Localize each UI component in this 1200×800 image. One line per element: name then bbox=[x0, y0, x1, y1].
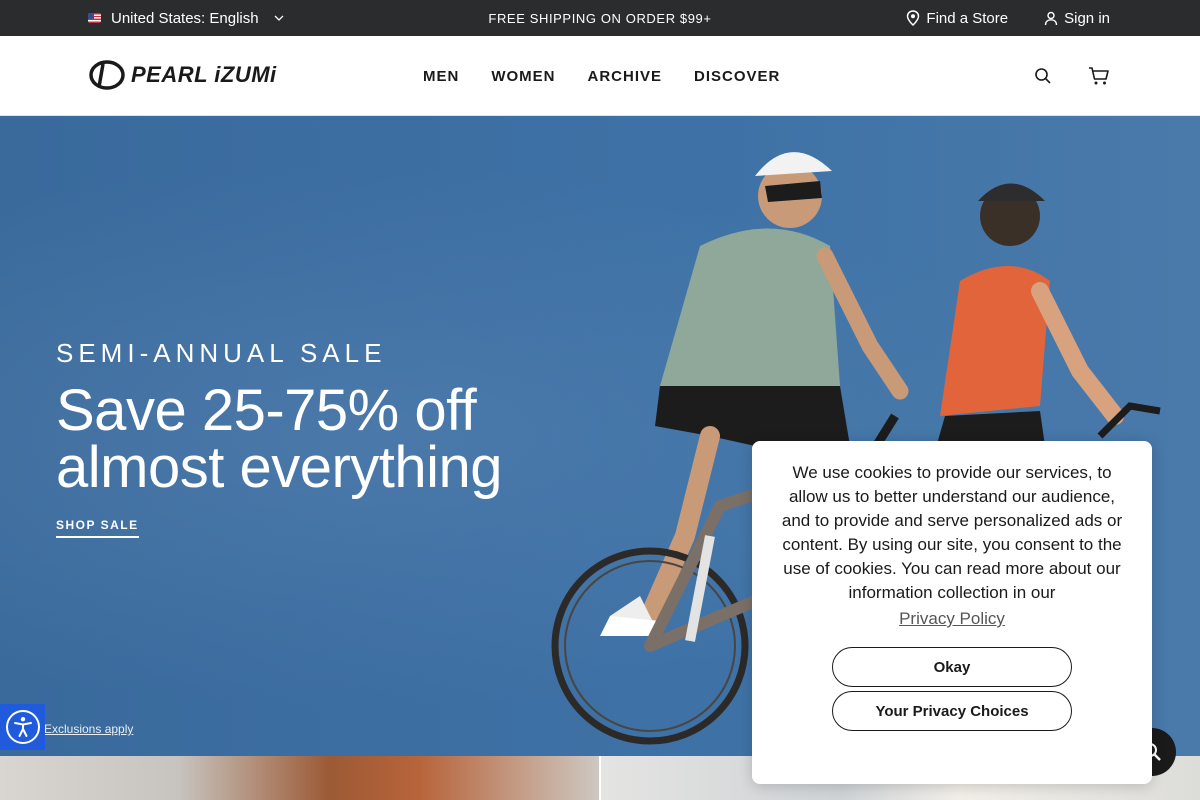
brand-logo[interactable]: PEARL iZUMi bbox=[89, 60, 277, 90]
locale-label: United States: English bbox=[111, 9, 259, 27]
utility-links: Find a Store Sign in bbox=[906, 0, 1110, 36]
shop-sale-link[interactable]: SHOP SALE bbox=[56, 518, 139, 538]
search-button[interactable] bbox=[1034, 67, 1052, 85]
user-icon bbox=[1044, 11, 1058, 25]
find-store-link[interactable]: Find a Store bbox=[906, 10, 1008, 27]
find-store-label: Find a Store bbox=[926, 9, 1009, 27]
brand-wordmark: PEARL iZUMi bbox=[131, 62, 277, 87]
main-nav: MEN WOMEN ARCHIVE DISCOVER bbox=[423, 36, 780, 116]
privacy-choices-button[interactable]: Your Privacy Choices bbox=[832, 691, 1072, 731]
locale-selector[interactable]: United States: English bbox=[88, 0, 285, 36]
nav-discover[interactable]: DISCOVER bbox=[694, 68, 780, 85]
exclusions-link[interactable]: Exclusions apply bbox=[44, 722, 133, 736]
sale-eyebrow: SEMI-ANNUAL SALE bbox=[56, 338, 387, 368]
cart-button[interactable] bbox=[1088, 66, 1110, 86]
nav-women[interactable]: WOMEN bbox=[491, 68, 555, 85]
privacy-policy-link[interactable]: Privacy Policy bbox=[899, 609, 1005, 629]
chevron-down-icon bbox=[274, 15, 284, 21]
utility-bar: United States: English FREE SHIPPING ON … bbox=[0, 0, 1200, 36]
cookie-consent-dialog: We use cookies to provide our services, … bbox=[752, 441, 1152, 784]
site-header: PEARL iZUMi MEN WOMEN ARCHIVE DISCOVER bbox=[0, 36, 1200, 116]
hero-headline-line-2: almost everything bbox=[56, 435, 503, 500]
accessibility-ring bbox=[5, 710, 40, 744]
hero-headline: Save 25-75% off almost everything bbox=[56, 378, 616, 500]
pearl-izumi-logo-mark-icon bbox=[89, 60, 125, 90]
accessibility-person-icon bbox=[13, 717, 32, 737]
location-pin-icon bbox=[907, 10, 920, 26]
us-flag-icon bbox=[88, 13, 101, 23]
okay-button[interactable]: Okay bbox=[832, 647, 1072, 687]
cookie-message: We use cookies to provide our services, … bbox=[781, 463, 1123, 602]
nav-archive[interactable]: ARCHIVE bbox=[588, 68, 663, 85]
accessibility-button[interactable] bbox=[0, 704, 45, 750]
sign-in-link[interactable]: Sign in bbox=[1044, 10, 1110, 27]
search-icon bbox=[1035, 68, 1051, 84]
category-tile-left[interactable] bbox=[0, 756, 599, 800]
cart-icon bbox=[1089, 67, 1109, 85]
nav-men[interactable]: MEN bbox=[423, 68, 459, 85]
sign-in-label: Sign in bbox=[1064, 9, 1110, 27]
hero-headline-line-1: Save 25-75% off bbox=[56, 378, 477, 443]
header-actions bbox=[1034, 36, 1110, 116]
